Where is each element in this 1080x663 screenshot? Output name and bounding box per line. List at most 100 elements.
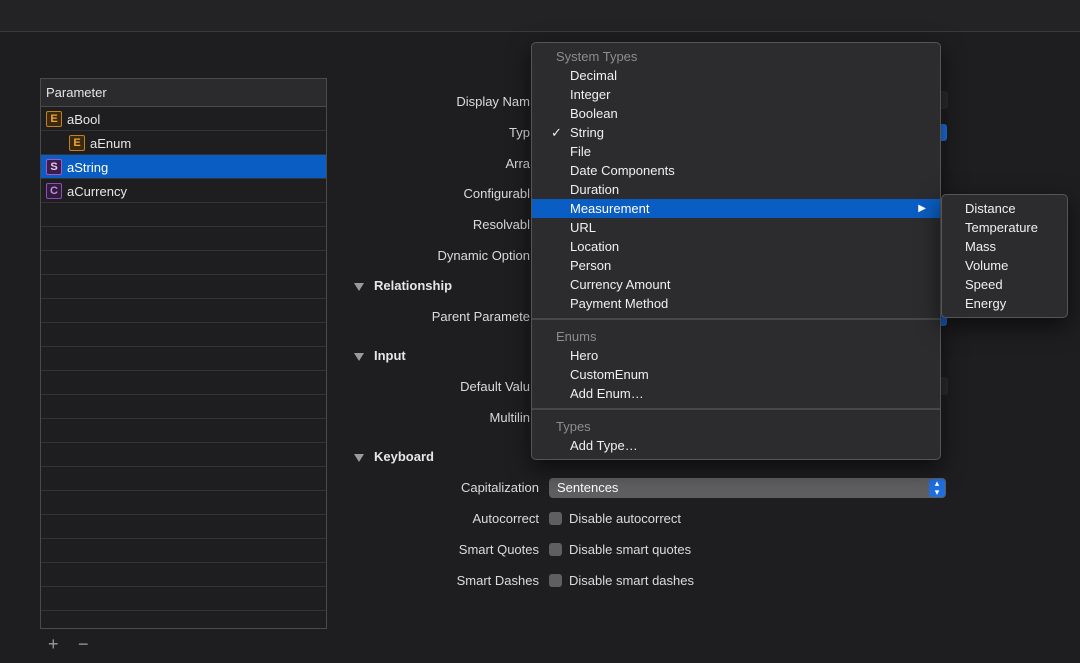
submenu-item-volume[interactable]: Volume bbox=[965, 256, 1008, 275]
empty-row bbox=[41, 563, 326, 587]
menu-item-currency-amount[interactable]: Currency Amount bbox=[532, 275, 940, 294]
disable-autocorrect-checkbox[interactable] bbox=[549, 512, 562, 525]
parameter-column-header: Parameter bbox=[41, 79, 326, 107]
empty-row bbox=[41, 611, 326, 628]
keyboard-section-header[interactable]: Keyboard bbox=[354, 449, 434, 464]
empty-row bbox=[41, 347, 326, 371]
empty-row bbox=[41, 371, 326, 395]
menu-item-file[interactable]: File bbox=[532, 142, 940, 161]
submenu-item-distance[interactable]: Distance bbox=[965, 199, 1016, 218]
array-label: Arra bbox=[505, 156, 530, 171]
disable-smart-quotes-label[interactable]: Disable smart quotes bbox=[569, 542, 691, 557]
section-title: Keyboard bbox=[374, 449, 434, 464]
configurable-label: Configurabl bbox=[463, 186, 531, 201]
type-label: Typ bbox=[509, 125, 530, 140]
empty-row bbox=[41, 299, 326, 323]
menu-item-string[interactable]: ✓ String bbox=[532, 123, 940, 142]
empty-row bbox=[41, 443, 326, 467]
dynamic-options-label: Dynamic Option bbox=[437, 248, 530, 263]
menu-item-label: Measurement bbox=[570, 201, 650, 216]
parameter-name: aBool bbox=[67, 112, 101, 128]
menu-item-customenum[interactable]: CustomEnum bbox=[532, 365, 940, 384]
menu-item-date-components[interactable]: Date Components bbox=[532, 161, 940, 180]
empty-row bbox=[41, 539, 326, 563]
parameter-row-astring[interactable]: SaString bbox=[41, 155, 326, 179]
disable-autocorrect-label[interactable]: Disable autocorrect bbox=[569, 511, 681, 526]
submenu-item-speed[interactable]: Speed bbox=[965, 275, 1003, 294]
submenu-item-energy[interactable]: Energy bbox=[965, 294, 1006, 313]
parameter-row-acurrency[interactable]: CaCurrency bbox=[41, 179, 326, 203]
empty-row bbox=[41, 203, 326, 227]
disclosure-triangle-icon[interactable] bbox=[354, 282, 364, 291]
parameter-row-aenum[interactable]: EaEnum bbox=[41, 131, 326, 155]
parameter-name: aCurrency bbox=[67, 184, 127, 200]
menu-item-person[interactable]: Person bbox=[532, 256, 940, 275]
multiline-label: Multilin bbox=[489, 410, 530, 425]
section-title: Input bbox=[374, 348, 406, 363]
empty-row bbox=[41, 323, 326, 347]
menu-separator bbox=[532, 408, 940, 410]
menu-item-add-type[interactable]: Add Type… bbox=[532, 436, 940, 455]
submenu-arrow-icon: ▶ bbox=[918, 203, 926, 214]
autocorrect-label: Autocorrect bbox=[472, 511, 539, 526]
checkmark-icon: ✓ bbox=[551, 125, 562, 140]
section-title: Relationship bbox=[374, 278, 453, 293]
submenu-item-temperature[interactable]: Temperature bbox=[965, 218, 1038, 237]
empty-row bbox=[41, 395, 326, 419]
capitalization-value: Sentences bbox=[557, 480, 619, 495]
enum-type-icon: E bbox=[46, 110, 62, 127]
add-parameter-button[interactable]: + bbox=[48, 634, 59, 654]
enums-header: Enums bbox=[556, 329, 597, 344]
popup-chevrons-icon: ▴ ▾ bbox=[929, 479, 945, 497]
display-name-label: Display Nam bbox=[456, 94, 530, 109]
parent-parameter-label: Parent Paramete bbox=[431, 309, 530, 324]
empty-row bbox=[41, 227, 326, 251]
parameter-name: aEnum bbox=[90, 136, 132, 152]
type-dropdown-menu: System Types Decimal Integer Boolean ✓ St… bbox=[531, 42, 941, 460]
disclosure-triangle-icon[interactable] bbox=[354, 352, 364, 361]
string-type-icon: S bbox=[46, 158, 62, 175]
empty-row bbox=[41, 275, 326, 299]
enum-type-icon: E bbox=[69, 134, 85, 151]
measurement-submenu: Distance Temperature Mass Volume Speed E… bbox=[941, 194, 1068, 318]
input-section-header[interactable]: Input bbox=[354, 348, 406, 363]
disable-smart-dashes-checkbox[interactable] bbox=[549, 574, 562, 587]
capitalization-label: Capitalization bbox=[460, 480, 539, 495]
menu-item-location[interactable]: Location bbox=[532, 237, 940, 256]
empty-row bbox=[41, 491, 326, 515]
remove-parameter-button[interactable]: − bbox=[78, 634, 89, 654]
default-value-label: Default Valu bbox=[460, 379, 530, 394]
menu-item-payment-method[interactable]: Payment Method bbox=[532, 294, 940, 313]
parameter-name: aString bbox=[67, 160, 109, 176]
resolvable-label: Resolvabl bbox=[472, 217, 530, 232]
relationship-section-header[interactable]: Relationship bbox=[354, 278, 452, 293]
menu-item-decimal[interactable]: Decimal bbox=[532, 66, 940, 85]
empty-row bbox=[41, 467, 326, 491]
empty-row bbox=[41, 587, 326, 611]
window-toolbar bbox=[0, 0, 1080, 32]
system-types-header: System Types bbox=[556, 49, 638, 64]
parameter-table: Parameter EaBool EaEnum SaString CaCurre… bbox=[40, 78, 327, 629]
types-header: Types bbox=[556, 419, 591, 434]
empty-row bbox=[41, 419, 326, 443]
menu-item-duration[interactable]: Duration bbox=[532, 180, 940, 199]
disclosure-triangle-icon[interactable] bbox=[354, 453, 364, 462]
menu-separator bbox=[532, 318, 940, 320]
empty-row bbox=[41, 251, 326, 275]
menu-item-hero[interactable]: Hero bbox=[532, 346, 940, 365]
menu-item-label: String bbox=[570, 125, 604, 140]
menu-item-boolean[interactable]: Boolean bbox=[532, 104, 940, 123]
submenu-item-mass[interactable]: Mass bbox=[965, 237, 996, 256]
menu-item-url[interactable]: URL bbox=[532, 218, 940, 237]
menu-item-add-enum[interactable]: Add Enum… bbox=[532, 384, 940, 403]
capitalization-popup[interactable]: Sentences ▴ ▾ bbox=[549, 478, 946, 498]
disable-smart-quotes-checkbox[interactable] bbox=[549, 543, 562, 556]
smart-quotes-label: Smart Quotes bbox=[458, 542, 539, 557]
empty-row bbox=[41, 515, 326, 539]
menu-item-measurement[interactable]: Measurement ▶ bbox=[532, 199, 940, 218]
currency-type-icon: C bbox=[46, 182, 62, 199]
smart-dashes-label: Smart Dashes bbox=[456, 573, 539, 588]
parameter-row-abool[interactable]: EaBool bbox=[41, 107, 326, 131]
disable-smart-dashes-label[interactable]: Disable smart dashes bbox=[569, 573, 694, 588]
menu-item-integer[interactable]: Integer bbox=[532, 85, 940, 104]
